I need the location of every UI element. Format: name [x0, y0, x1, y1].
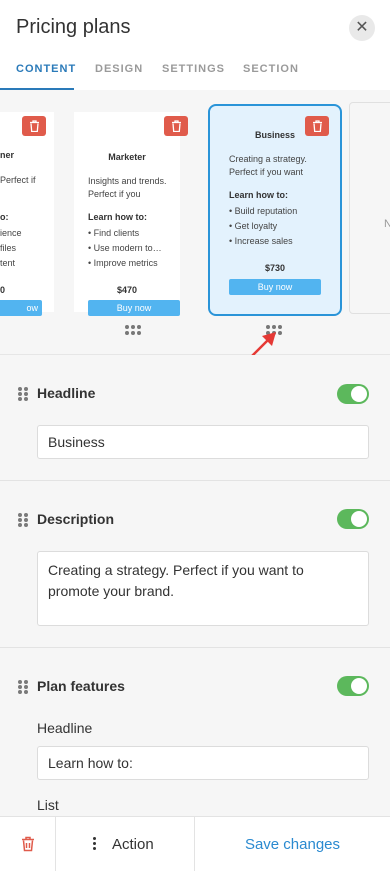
plan-feature: • Increase sales: [229, 236, 293, 246]
ghost-card-label: N: [384, 218, 390, 230]
tab-bar: CONTENT DESIGN SETTINGS SECTION: [0, 56, 390, 90]
plan-feature: • Improve metrics: [88, 258, 158, 268]
plan-price: 0: [0, 285, 6, 295]
description-textarea[interactable]: Creating a strategy. Perfect if you want…: [37, 551, 369, 626]
plan-feature: files: [0, 243, 17, 253]
delete-card-button[interactable]: [164, 116, 188, 136]
plan-price: $730: [264, 263, 286, 273]
add-plan-card[interactable]: [349, 102, 390, 314]
features-headline-input[interactable]: Learn how to:: [37, 746, 369, 780]
save-changes-button[interactable]: Save changes: [195, 817, 390, 871]
plan-name: Business: [254, 130, 296, 140]
plans-carousel[interactable]: ner Perfect if o: ience files tent 0 ow …: [0, 90, 390, 355]
plan-learn-heading: Learn how to:: [229, 190, 288, 200]
section-title: Headline: [37, 385, 96, 401]
action-menu-button[interactable]: Action: [55, 817, 195, 871]
trash-icon: [171, 120, 181, 132]
section-title: Description: [37, 511, 115, 527]
plan-learn-heading: o:: [0, 212, 9, 222]
buy-now-button[interactable]: Buy now: [229, 279, 321, 295]
features-toggle[interactable]: [337, 676, 369, 696]
headline-input[interactable]: Business: [37, 425, 369, 459]
plan-features-section: Plan features Headline Learn how to: Lis…: [0, 648, 390, 816]
headline-section: Headline Business: [0, 355, 390, 481]
plan-learn-heading: Learn how to:: [88, 212, 147, 222]
action-label: Action: [112, 836, 154, 853]
trash-icon: [29, 120, 39, 132]
card-drag-handle[interactable]: [266, 325, 284, 337]
description-toggle[interactable]: [337, 509, 369, 529]
plan-price: $470: [116, 285, 138, 295]
plan-description: Creating a strategy. Perfect if you want: [229, 154, 307, 177]
tab-settings[interactable]: SETTINGS: [162, 63, 225, 75]
plan-feature: • Use modern to…: [88, 243, 162, 253]
buy-now-button[interactable]: Buy now: [88, 300, 180, 316]
close-button[interactable]: ✕: [349, 15, 375, 41]
plan-card-selected[interactable]: Business Creating a strategy. Perfect if…: [208, 104, 342, 316]
tab-design[interactable]: DESIGN: [95, 63, 143, 75]
page-title: Pricing plans: [16, 16, 131, 38]
close-icon: ✕: [355, 19, 369, 36]
drag-handle-icon[interactable]: [18, 680, 28, 694]
panel-header: Pricing plans ✕ CONTENT DESIGN SETTINGS …: [0, 0, 390, 91]
plan-feature: • Find clients: [88, 228, 140, 238]
plan-feature: tent: [0, 258, 16, 268]
tab-content[interactable]: CONTENT: [16, 63, 76, 75]
description-section: Description Creating a strategy. Perfect…: [0, 481, 390, 648]
plan-feature: • Build reputation: [229, 206, 298, 216]
plan-card[interactable]: ner Perfect if o: ience files tent 0 ow: [0, 112, 54, 316]
delete-card-button[interactable]: [22, 116, 46, 136]
plan-name: ner: [0, 150, 15, 160]
tab-section[interactable]: SECTION: [243, 63, 299, 75]
delete-block-button[interactable]: [0, 817, 56, 871]
plan-description: Insights and trends. Perfect if you: [88, 176, 167, 199]
drag-handle-icon[interactable]: [18, 513, 28, 527]
plan-card[interactable]: Marketer Insights and trends. Perfect if…: [74, 112, 188, 316]
features-list-label: List: [37, 797, 59, 813]
plan-name: Marketer: [108, 152, 146, 162]
features-headline-label: Headline: [37, 720, 93, 736]
footer-bar: Action Save changes: [0, 816, 390, 871]
drag-handle-icon[interactable]: [18, 387, 28, 401]
buy-now-button[interactable]: ow: [0, 300, 42, 316]
card-drag-handle[interactable]: [125, 325, 143, 337]
plan-feature: • Get loyalty: [229, 221, 278, 231]
kebab-icon: [93, 837, 97, 851]
trash-icon: [21, 836, 34, 852]
plan-feature: ience: [0, 228, 22, 238]
section-title: Plan features: [37, 678, 125, 694]
headline-toggle[interactable]: [337, 384, 369, 404]
card-drag-handle[interactable]: [0, 325, 10, 337]
